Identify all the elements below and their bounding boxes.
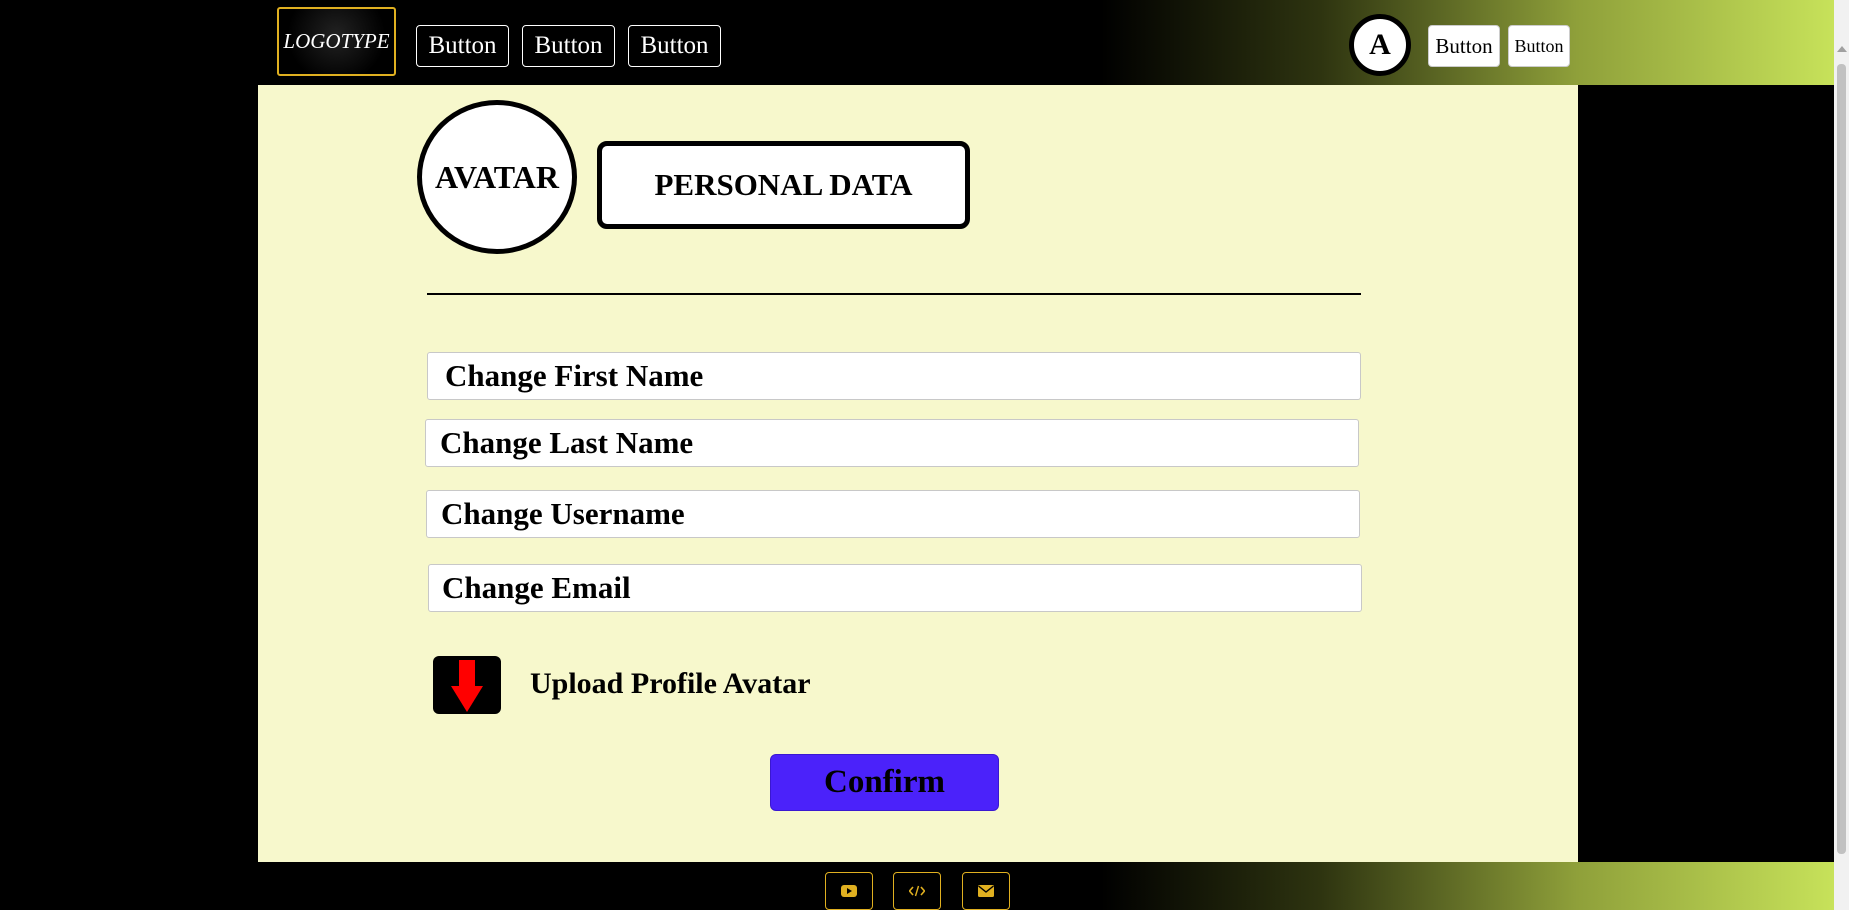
section-title: PERSONAL DATA xyxy=(597,141,970,229)
scrollbar-thumb[interactable] xyxy=(1837,64,1846,854)
last-name-input[interactable] xyxy=(425,419,1359,467)
email-input[interactable] xyxy=(428,564,1362,612)
user-avatar[interactable]: A xyxy=(1349,14,1411,76)
youtube-icon xyxy=(841,885,857,897)
youtube-button[interactable] xyxy=(825,872,873,910)
nav-button-2[interactable]: Button xyxy=(522,25,615,67)
username-input[interactable] xyxy=(426,490,1360,538)
code-icon xyxy=(909,885,925,897)
header-right-button-1[interactable]: Button xyxy=(1428,25,1500,67)
mail-button[interactable] xyxy=(962,872,1010,910)
download-arrow-icon xyxy=(451,660,483,712)
profile-avatar: AVATAR xyxy=(417,100,577,254)
logo[interactable]: LOGOTYPE xyxy=(277,7,396,76)
upload-avatar-button[interactable] xyxy=(433,656,501,714)
header-right-button-2[interactable]: Button xyxy=(1508,25,1570,67)
scroll-up-arrow-icon[interactable] xyxy=(1837,46,1847,52)
nav-button-1[interactable]: Button xyxy=(416,25,509,67)
nav-button-3[interactable]: Button xyxy=(628,25,721,67)
mail-icon xyxy=(978,885,994,897)
upload-avatar-label: Upload Profile Avatar xyxy=(530,667,811,700)
code-button[interactable] xyxy=(893,872,941,910)
divider xyxy=(427,293,1361,295)
first-name-input[interactable] xyxy=(427,352,1361,400)
confirm-button[interactable]: Confirm xyxy=(770,754,999,811)
